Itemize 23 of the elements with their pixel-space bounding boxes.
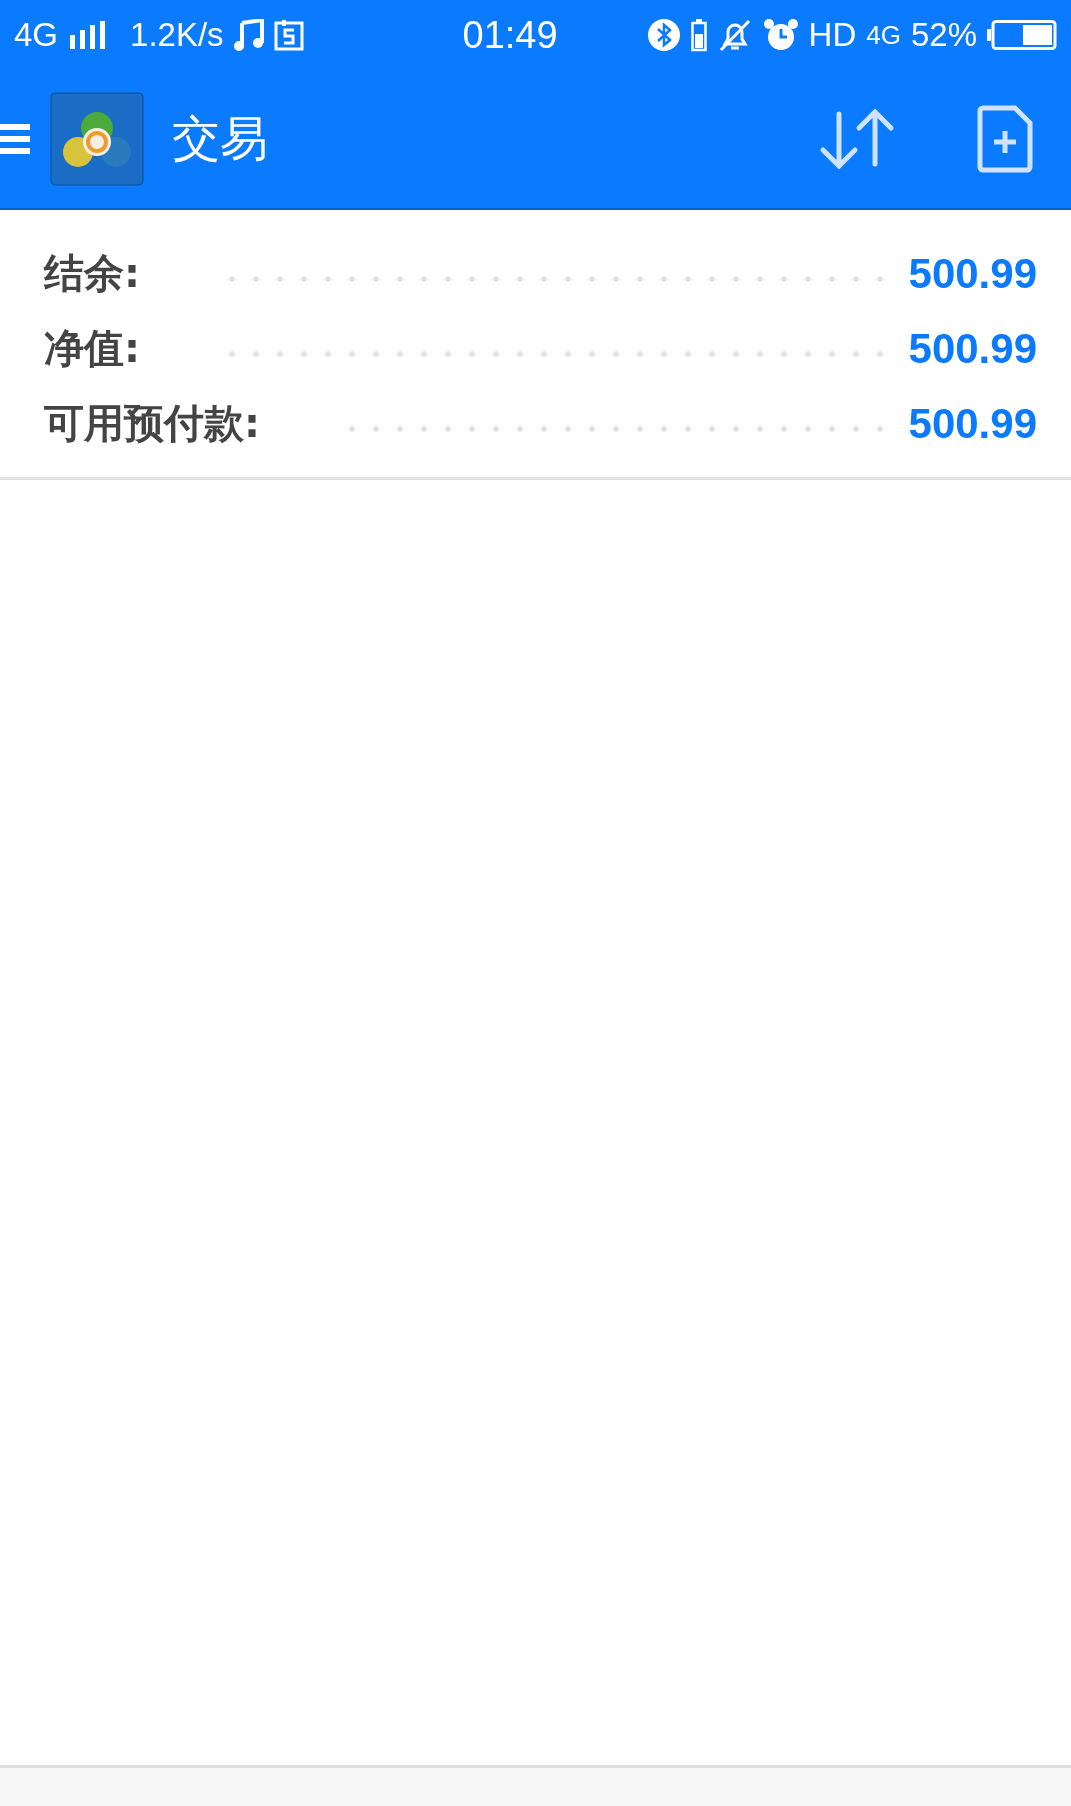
network-speed: 1.2K/s [130,16,224,54]
field-label: 可用预付款: [44,399,260,448]
field-value: 500.99 [908,399,1037,448]
field-label: 结余: [44,249,140,298]
app-logo-icon [50,92,144,186]
field-label: 净值: [44,324,140,373]
new-order-icon[interactable] [977,105,1033,173]
battery-icon [987,20,1057,50]
alarm-clock-icon [762,18,799,52]
bluetooth-icon [646,18,681,52]
battery-small-icon [690,18,707,52]
field-value: 500.99 [908,324,1037,373]
network-type: 4G [14,16,59,54]
battery-percentage: 52% [910,16,977,54]
clock-time: 01:49 [462,13,558,57]
field-value: 500.99 [908,249,1037,298]
sort-arrows-icon[interactable] [819,106,895,172]
menu-icon[interactable] [0,122,30,156]
app-notification-icon [273,19,304,51]
network-type: 4G [866,19,901,51]
hd-indicator: HD [808,16,857,54]
page-title: 交易 [172,109,269,168]
music-note-icon [233,19,264,51]
